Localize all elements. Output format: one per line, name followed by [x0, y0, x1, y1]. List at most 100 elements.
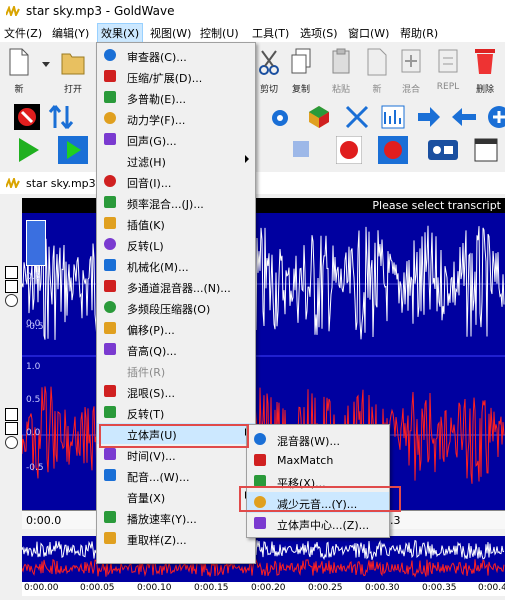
- transcript-hint: Please select transcript: [372, 199, 501, 212]
- menu-item-mixer[interactable]: 混音器(W)...: [247, 429, 389, 450]
- menu-item-submenu-5[interactable]: 过滤(H): [97, 150, 255, 171]
- channel-left-checkbox[interactable]: [5, 280, 18, 293]
- scissors-icon[interactable]: [258, 48, 280, 76]
- menu-item-doppler[interactable]: 多普勒(E)...: [97, 87, 255, 108]
- menu-window[interactable]: 窗口(W): [348, 25, 389, 41]
- menu-item-label: 播放速率(Y)...: [127, 513, 197, 526]
- play-icon[interactable]: [16, 136, 42, 164]
- delete-label: 删除: [475, 85, 494, 95]
- menu-view[interactable]: 视图(W): [150, 25, 191, 41]
- menu-file[interactable]: 文件(Z): [4, 25, 42, 41]
- axis-top-2: -0.5: [26, 322, 44, 332]
- menu-item-maxmatch[interactable]: MaxMatch: [247, 450, 389, 471]
- new-dropdown-icon[interactable]: [42, 62, 50, 67]
- mix-icon[interactable]: [400, 48, 422, 76]
- swap-arrows-icon[interactable]: [48, 104, 74, 130]
- menu-item-stereo-center[interactable]: 立体声中心...(Z)...: [247, 513, 389, 534]
- channel-right-checkbox[interactable]: [5, 422, 18, 435]
- menu-item-label: 重取样(Z)...: [127, 534, 187, 547]
- menu-item-submenu-21[interactable]: 音量(X): [97, 486, 255, 507]
- ov-tick-5: 0:00.25: [308, 583, 343, 593]
- delete-trash-icon[interactable]: [472, 46, 498, 76]
- copy-icon[interactable]: [290, 48, 312, 76]
- new-from-clipboard-icon[interactable]: [366, 48, 388, 76]
- menu-item-freq-mix[interactable]: 频率混合...(J)...: [97, 192, 255, 213]
- channel-right-solo[interactable]: [5, 436, 18, 449]
- menu-item-multiband[interactable]: 多频段压缩器(O): [97, 297, 255, 318]
- effects-menu: 审查器(C)... 压缩/扩展(D)... 多普勒(E)... 动力学(F)... 回声…: [96, 42, 256, 564]
- menu-item-label: 反转(T): [127, 408, 165, 421]
- menu-item-hz[interactable]: 播放速率(Y)...: [97, 507, 255, 528]
- record-icon[interactable]: [336, 136, 362, 164]
- menu-edit[interactable]: 编辑(Y): [52, 25, 89, 41]
- menu-control[interactable]: 控制(U): [200, 25, 239, 41]
- voice-icon: [104, 469, 116, 481]
- menu-item-invert[interactable]: 反转(L): [97, 234, 255, 255]
- menu-item-label: 混音器(W)...: [277, 435, 340, 448]
- highlight-stereo: [99, 424, 249, 448]
- menu-tools[interactable]: 工具(T): [252, 25, 289, 41]
- menu-effects[interactable]: 效果(X): [97, 23, 144, 43]
- dynamics-icon: [104, 112, 116, 124]
- zoom-handles-icon[interactable]: [26, 220, 46, 266]
- fan-arrows-icon[interactable]: [344, 104, 370, 130]
- menu-help[interactable]: 帮助(R): [400, 25, 438, 41]
- menu-item-voice[interactable]: 配音...(W)...: [97, 465, 255, 486]
- axis-bottom-0: 1.0: [26, 362, 41, 372]
- overview-waveform[interactable]: [22, 536, 505, 582]
- channel-left-solo[interactable]: [5, 294, 18, 307]
- paste-icon[interactable]: [330, 48, 352, 76]
- stop-icon[interactable]: [292, 140, 310, 158]
- hz-icon: [104, 511, 116, 523]
- menu-item-compress[interactable]: 压缩/扩展(D)...: [97, 66, 255, 87]
- new-file-icon[interactable]: [8, 48, 30, 76]
- window-icon[interactable]: [474, 138, 498, 162]
- mixer-icon: [254, 433, 266, 445]
- overview-graphics: [22, 539, 505, 578]
- menu-item-echo[interactable]: 回声(G)...: [97, 129, 255, 150]
- monitor-icon[interactable]: [428, 140, 458, 160]
- menu-options[interactable]: 选项(S): [300, 25, 338, 41]
- ov-tick-0: 0:00.00: [24, 583, 59, 593]
- highlight-reduce-vocals: [239, 486, 401, 512]
- menu-item-reverb[interactable]: 回音(I)...: [97, 171, 255, 192]
- menu-item-mechanize[interactable]: 机械化(M)...: [97, 255, 255, 276]
- menu-item-label: 机械化(M)...: [127, 261, 189, 274]
- transcript-header: Please select transcript: [22, 198, 505, 213]
- play-selection-icon[interactable]: [58, 136, 88, 164]
- axis-top-0: 0.5: [26, 272, 41, 282]
- color-cube-icon[interactable]: [306, 104, 332, 130]
- stop-cancel-icon[interactable]: [14, 104, 40, 130]
- menu-item-pitch[interactable]: 音高(Q)...: [97, 339, 255, 360]
- record-selection-icon[interactable]: [378, 136, 408, 164]
- chart-flag-icon[interactable]: [380, 104, 406, 130]
- gear-blue-icon[interactable]: [268, 106, 292, 130]
- open-folder-icon[interactable]: [60, 48, 86, 76]
- menu-item-submenu-15[interactable]: 插件(R): [97, 360, 255, 381]
- ov-tick-3: 0:00.15: [194, 583, 229, 593]
- channel-left-color[interactable]: [5, 266, 18, 279]
- menu-item-offset[interactable]: 偏移(P)...: [97, 318, 255, 339]
- menu-item-label: 多普勒(E)...: [127, 93, 187, 106]
- compress-icon: [104, 70, 116, 82]
- menu-item-dynamics[interactable]: 动力学(F)...: [97, 108, 255, 129]
- menu-item-label: 多通道混音器...(N)...: [127, 282, 231, 295]
- goldwave-doc-icon: [6, 178, 20, 188]
- menu-item-interpolate[interactable]: 插值(K): [97, 213, 255, 234]
- menu-item-label: 插件(R): [127, 366, 166, 379]
- left-arrow-icon[interactable]: [452, 106, 478, 128]
- menu-item-inspector[interactable]: 审查器(C)...: [97, 45, 255, 66]
- menu-item-resample[interactable]: 重取样(Z)...: [97, 528, 255, 549]
- plus-circle-icon[interactable]: [486, 104, 505, 130]
- menu-item-label: 回音(I)...: [127, 177, 172, 190]
- menu-item-channel-mixer[interactable]: 多通道混音器...(N)...: [97, 276, 255, 297]
- overview-ruler: 0:00.00 0:00.05 0:00.10 0:00.15 0:00.20 …: [22, 582, 505, 596]
- paste-label: 粘贴: [331, 85, 350, 95]
- channel-right-color[interactable]: [5, 408, 18, 421]
- right-arrow-icon[interactable]: [416, 104, 442, 130]
- menu-item-label: 动力学(F)...: [127, 114, 186, 127]
- menu-item-playback-rate[interactable]: 混哏(S)...: [97, 381, 255, 402]
- axis-bottom-2: 0.0: [26, 428, 41, 438]
- menu-item-reverse[interactable]: 反转(T): [97, 402, 255, 423]
- replace-icon[interactable]: [437, 48, 459, 76]
